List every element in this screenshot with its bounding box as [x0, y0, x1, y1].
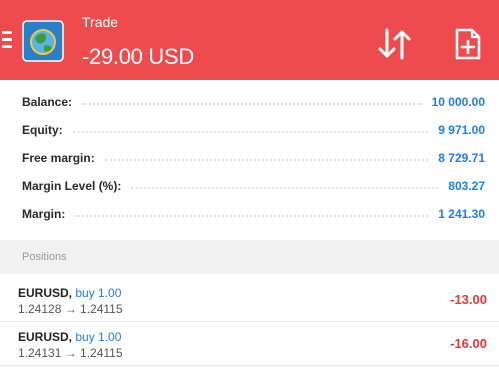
balance-label: Balance: — [22, 95, 73, 109]
position-symbol: EURUSD, — [18, 286, 73, 300]
position-row[interactable]: EURUSD, buy 1.00 1.24128 → 1.24115 -13.0… — [0, 278, 499, 322]
position-profit: -16.00 — [450, 336, 487, 351]
position-action: buy 1.00 — [75, 330, 122, 344]
dotted-leader — [131, 187, 439, 189]
margin-label: Margin: — [22, 207, 66, 221]
total-profit: -29.00 USD — [82, 44, 194, 69]
margin-level-value: 803.27 — [448, 179, 485, 193]
margin-level-label: Margin Level (%): — [22, 179, 122, 193]
free-margin-row: Free margin: 8 729.71 — [0, 144, 499, 172]
margin-value: 1 241.30 — [438, 207, 485, 221]
position-symbol: EURUSD, — [18, 330, 73, 344]
position-title: EURUSD, buy 1.00 — [18, 286, 121, 300]
menu-icon[interactable] — [0, 26, 16, 54]
new-order-icon[interactable] — [450, 24, 486, 64]
account-summary: Balance: 10 000.00 Equity: 9 971.00 Free… — [0, 88, 499, 228]
margin-level-row: Margin Level (%): 803.27 — [0, 172, 499, 200]
app-header: Trade -29.00 USD — [0, 0, 499, 80]
balance-row: Balance: 10 000.00 — [0, 88, 499, 116]
position-title: EURUSD, buy 1.00 — [18, 330, 121, 344]
free-margin-value: 8 729.71 — [438, 151, 485, 165]
margin-row: Margin: 1 241.30 — [0, 200, 499, 228]
equity-value: 9 971.00 — [438, 123, 485, 137]
dotted-leader — [72, 131, 429, 133]
position-prices: 1.24131 → 1.24115 — [18, 346, 123, 360]
position-profit: -13.00 — [450, 292, 487, 307]
dotted-leader — [82, 103, 422, 105]
balance-value: 10 000.00 — [431, 95, 485, 109]
equity-row: Equity: 9 971.00 — [0, 116, 499, 144]
positions-section-header: Positions — [0, 240, 499, 274]
position-action: buy 1.00 — [75, 286, 122, 300]
dotted-leader — [75, 215, 429, 217]
equity-label: Equity: — [22, 123, 63, 137]
sort-arrows-icon[interactable] — [375, 24, 415, 64]
free-margin-label: Free margin: — [22, 151, 95, 165]
position-prices: 1.24128 → 1.24115 — [18, 302, 123, 316]
position-row[interactable]: EURUSD, buy 1.00 1.24131 → 1.24115 -16.0… — [0, 322, 499, 366]
page-title: Trade — [82, 14, 119, 30]
dotted-leader — [104, 159, 429, 161]
positions-list: EURUSD, buy 1.00 1.24128 → 1.24115 -13.0… — [0, 278, 499, 366]
metatrader-logo-icon[interactable] — [22, 20, 64, 62]
